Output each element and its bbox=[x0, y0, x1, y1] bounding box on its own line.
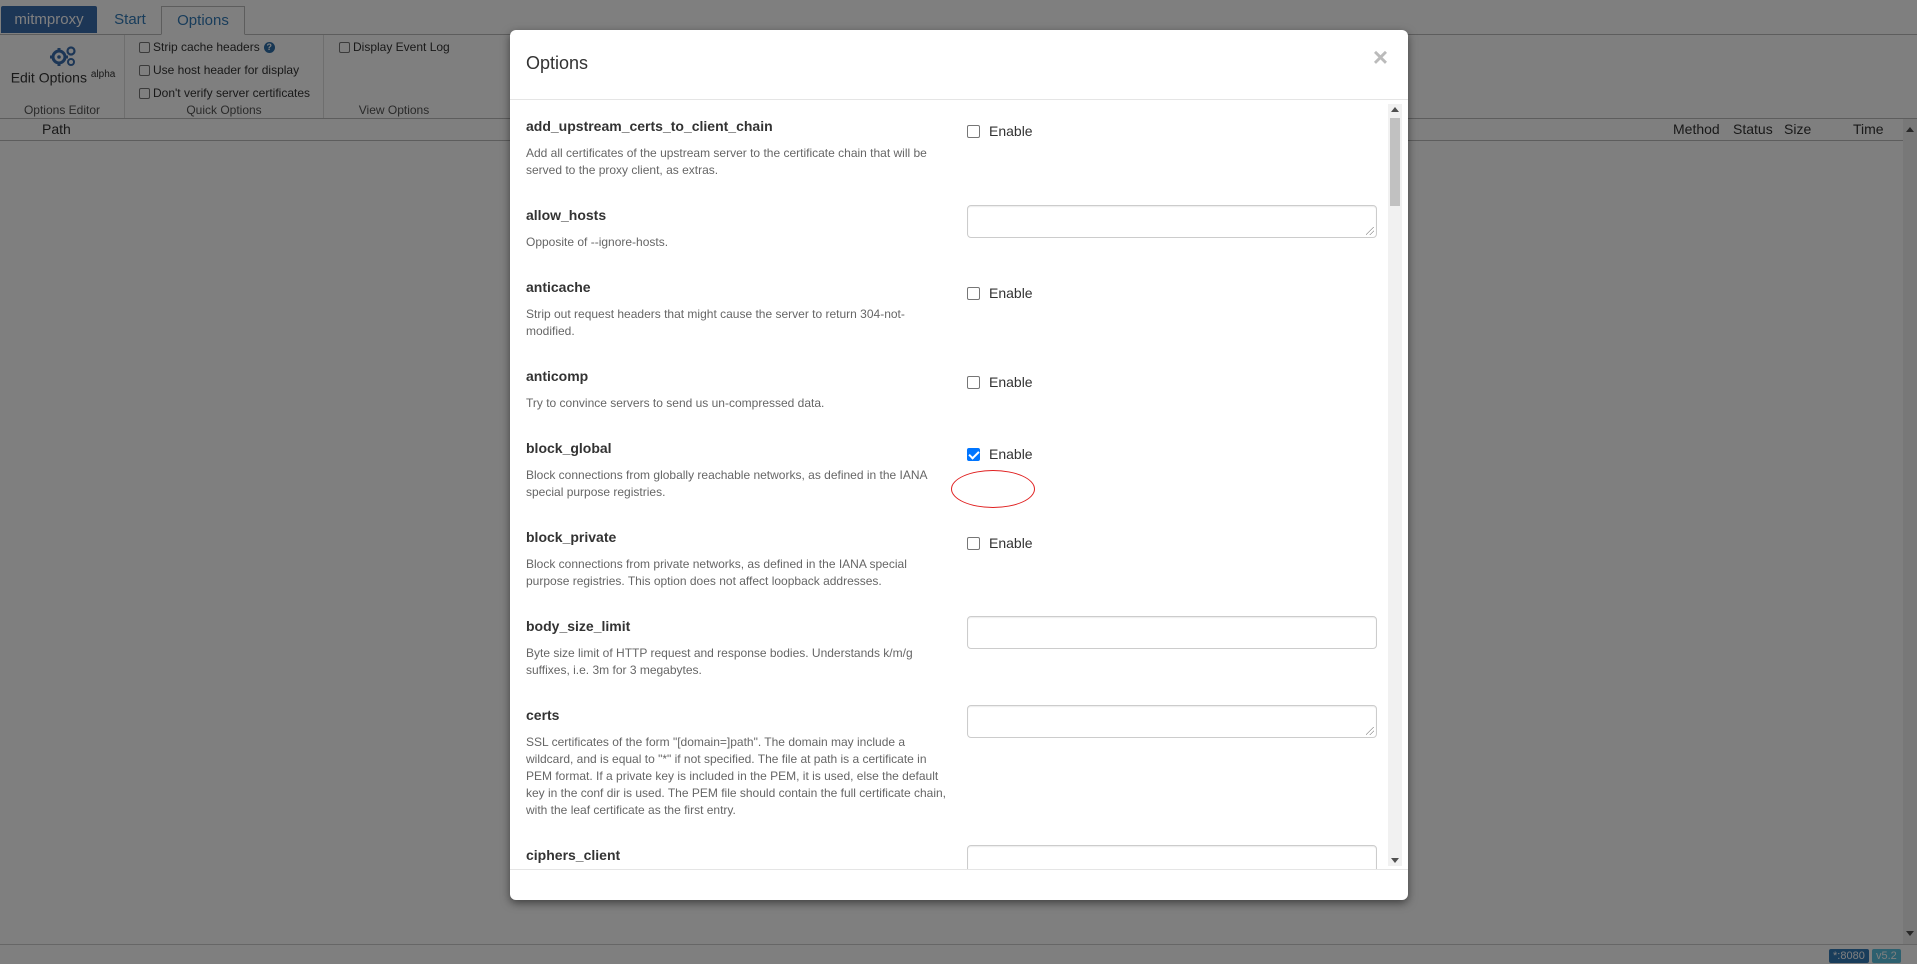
anticache-enable[interactable]: Enable bbox=[967, 285, 1033, 301]
option-name: block_global bbox=[526, 440, 612, 456]
option-name: block_private bbox=[526, 529, 617, 545]
enable-label: Enable bbox=[989, 374, 1033, 390]
enable-label: Enable bbox=[989, 285, 1033, 301]
enable-checkbox-checked[interactable] bbox=[967, 447, 980, 461]
body-size-limit-input[interactable] bbox=[967, 616, 1377, 649]
option-name: anticomp bbox=[526, 368, 589, 384]
option-description: Opposite of --ignore-hosts. bbox=[526, 235, 669, 249]
resize-grip-icon[interactable] bbox=[1366, 727, 1374, 735]
scroll-down-arrow-icon[interactable] bbox=[1391, 858, 1399, 863]
modal-scrollbar[interactable] bbox=[1388, 104, 1402, 866]
enable-checkbox[interactable] bbox=[967, 286, 980, 300]
option-name: add_upstream_certs_to_client_chain bbox=[526, 118, 773, 134]
option-description: Strip out request headers that might cau… bbox=[526, 307, 905, 338]
option-name: allow_hosts bbox=[526, 207, 607, 223]
close-icon[interactable]: × bbox=[1373, 42, 1388, 73]
enable-checkbox[interactable] bbox=[967, 536, 980, 550]
enable-checkbox[interactable] bbox=[967, 375, 980, 389]
enable-label: Enable bbox=[989, 123, 1033, 139]
modal-header: Options × bbox=[510, 30, 1408, 100]
option-name: anticache bbox=[526, 279, 591, 295]
enable-checkbox[interactable] bbox=[967, 124, 980, 138]
highlight-annotation bbox=[951, 470, 1035, 508]
add-upstream-certs-enable[interactable]: Enable bbox=[967, 123, 1033, 139]
resize-grip-icon[interactable] bbox=[1366, 227, 1374, 235]
option-description: SSL certificates of the form "[domain=]p… bbox=[526, 735, 946, 817]
option-description: Add all certificates of the upstream ser… bbox=[526, 146, 927, 177]
modal-title: Options bbox=[526, 53, 589, 73]
allow-hosts-textarea[interactable] bbox=[967, 205, 1377, 238]
enable-label: Enable bbox=[989, 535, 1033, 551]
option-name: ciphers_client bbox=[526, 847, 621, 863]
enable-label: Enable bbox=[989, 446, 1033, 462]
block-private-enable[interactable]: Enable bbox=[967, 535, 1033, 551]
option-description: Block connections from globally reachabl… bbox=[526, 468, 927, 499]
block-global-enable[interactable]: Enable bbox=[967, 446, 1033, 462]
option-description: Try to convince servers to send us un-co… bbox=[526, 396, 825, 410]
option-name: certs bbox=[526, 707, 560, 723]
options-modal: Options × add_upstream_certs_to_client_c… bbox=[510, 30, 1408, 900]
option-description: Byte size limit of HTTP request and resp… bbox=[526, 646, 913, 677]
anticomp-enable[interactable]: Enable bbox=[967, 374, 1033, 390]
modal-footer bbox=[510, 869, 1408, 900]
ciphers-client-input[interactable] bbox=[967, 845, 1377, 870]
options-list: add_upstream_certs_to_client_chain Add a… bbox=[510, 100, 1408, 870]
scroll-up-arrow-icon[interactable] bbox=[1391, 107, 1399, 112]
option-description: Block connections from private networks,… bbox=[526, 557, 907, 588]
option-name: body_size_limit bbox=[526, 618, 631, 634]
scrollbar-thumb[interactable] bbox=[1390, 118, 1400, 206]
certs-textarea[interactable] bbox=[967, 705, 1377, 738]
